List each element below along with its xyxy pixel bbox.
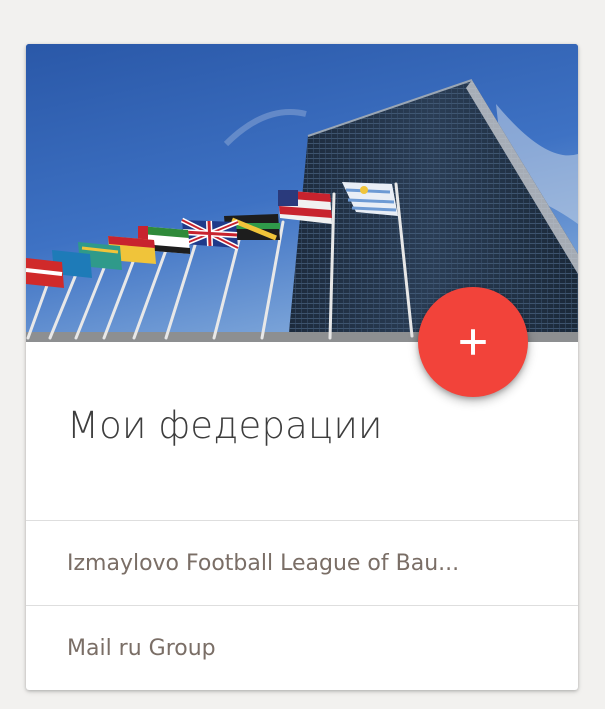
federation-list-item[interactable]: Mail ru Group (26, 606, 578, 690)
federation-list-item[interactable]: Izmaylovo Football League of Bau... (26, 521, 578, 605)
federations-card: Мои федерации Izmaylovo Football League … (26, 44, 578, 690)
add-federation-button[interactable] (418, 287, 528, 397)
federation-name: Mail ru Group (67, 635, 216, 661)
card-title: Мои федерации (67, 404, 383, 447)
plus-icon (460, 329, 486, 355)
federation-name: Izmaylovo Football League of Bau... (67, 550, 460, 576)
